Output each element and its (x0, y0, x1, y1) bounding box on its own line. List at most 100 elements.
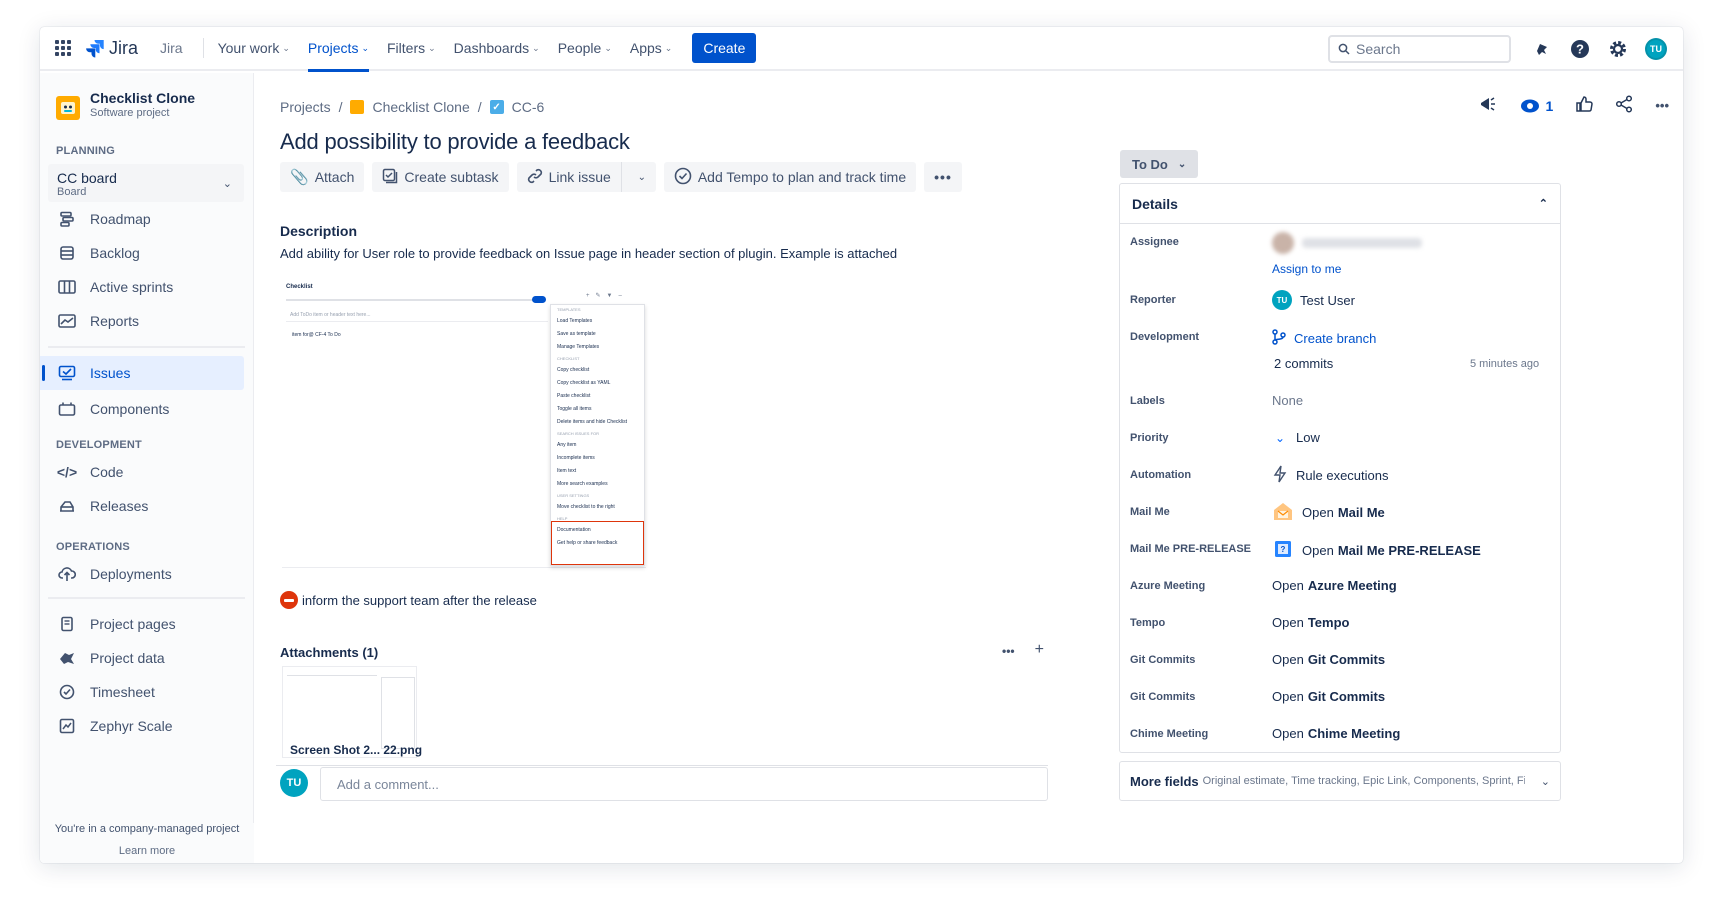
highlight-box (551, 521, 644, 565)
status-button[interactable]: To Do ⌄ (1120, 150, 1199, 178)
git-prefix: Open (1272, 652, 1304, 667)
nav-jira[interactable]: Jira (160, 27, 183, 70)
tempo-label: Add Tempo to plan and track time (697, 169, 907, 185)
user-avatar[interactable]: TU (1645, 38, 1667, 60)
git-commits-value-2[interactable]: Open Git Commits (1272, 689, 1385, 704)
embedded-progress-bar (286, 299, 544, 301)
labels-value[interactable]: None (1272, 393, 1303, 408)
backlog-icon (58, 244, 76, 262)
sidebar-item-roadmap[interactable]: Roadmap (40, 202, 253, 236)
details-header[interactable]: Details ⌃ (1120, 184, 1560, 224)
tempo-value[interactable]: Open Tempo (1272, 615, 1349, 630)
sidebar-item-deployments[interactable]: Deployments (40, 557, 253, 591)
sidebar-item-label: Releases (90, 498, 149, 514)
attachment-name[interactable]: Screen Shot 2... 22.png (290, 743, 422, 757)
more-fields-title: More fields (1130, 773, 1199, 789)
nav-dashboards[interactable]: Dashboards ⌄ (454, 27, 540, 70)
git-commits-value[interactable]: Open Git Commits (1272, 652, 1385, 667)
chime-meeting-value[interactable]: Open Chime Meeting (1272, 726, 1400, 741)
create-subtask-button[interactable]: Create subtask (372, 162, 509, 192)
more-fields-section[interactable]: More fields Original estimate, Time trac… (1119, 761, 1561, 801)
sidebar-item-timesheet[interactable]: Timesheet (40, 675, 253, 709)
issue-title[interactable]: Add possibility to provide a feedback (280, 129, 630, 155)
share-icon[interactable] (1615, 95, 1633, 116)
assign-to-me-link[interactable]: Assign to me (1272, 262, 1341, 276)
app-switcher-icon[interactable] (55, 40, 71, 56)
mail-me-pre-value[interactable]: ? Open Mail Me PRE-RELEASE (1272, 539, 1481, 562)
details-title: Details (1132, 195, 1178, 212)
breadcrumb-projects[interactable]: Projects (280, 99, 331, 115)
chevron-down-icon[interactable]: ⌄ (628, 172, 656, 183)
nav-projects[interactable]: Projects ⌄ (307, 27, 370, 72)
assignee-name-redacted (1302, 238, 1422, 248)
field-label-automation: Automation (1130, 469, 1192, 481)
field-label-tempo: Tempo (1130, 617, 1166, 629)
embedded-input: Add ToDo item or header text here... (286, 308, 548, 322)
sidebar-item-zephyr-scale[interactable]: Zephyr Scale (40, 709, 253, 743)
help-icon[interactable]: ? (1569, 38, 1591, 60)
breadcrumb-issue-key[interactable]: CC-6 (512, 99, 545, 115)
sidebar-item-issues[interactable]: Issues (40, 356, 244, 390)
sidebar-item-releases[interactable]: Releases (40, 489, 253, 523)
sidebar-item-label: Components (90, 401, 170, 417)
board-selector[interactable]: CC board Board ⌄ (48, 164, 244, 202)
azure-meeting-value[interactable]: Open Azure Meeting (1272, 578, 1397, 593)
project-sidebar: Checklist Clone Software project PLANNIN… (40, 73, 254, 863)
more-actions-button[interactable]: ••• (924, 162, 962, 192)
commits-time: 5 minutes ago (1470, 358, 1540, 370)
more-icon[interactable]: ••• (1002, 644, 1015, 659)
notifications-icon[interactable] (1531, 38, 1553, 60)
embedded-menu-item: Toggle all items (557, 406, 592, 412)
reporter-value[interactable]: TU Test User (1272, 290, 1355, 310)
priority-value[interactable]: ⌄ Low (1272, 430, 1320, 445)
comment-input[interactable]: Add a comment... (320, 767, 1048, 801)
mail-me-value[interactable]: Open Mail Me (1272, 501, 1385, 524)
sidebar-item-project-pages[interactable]: Project pages (40, 607, 253, 641)
create-branch-link[interactable]: Create branch (1272, 329, 1376, 348)
link-issue-main[interactable]: Link issue (517, 162, 622, 192)
nav-your-work[interactable]: Your work ⌄ (218, 27, 290, 70)
jira-logo[interactable]: Jira (85, 38, 138, 59)
automation-value[interactable]: Rule executions (1272, 465, 1389, 486)
megaphone-icon[interactable] (1478, 95, 1498, 116)
project-header[interactable]: Checklist Clone Software project (40, 73, 253, 120)
nav-filters[interactable]: Filters ⌄ (387, 27, 436, 70)
embedded-screenshot[interactable]: Checklist +✎▼– Add ToDo item or header t… (282, 276, 646, 568)
search-input[interactable]: Search (1328, 35, 1511, 63)
nav-separator (202, 38, 204, 58)
sidebar-item-reports[interactable]: Reports (40, 304, 253, 338)
assignee-value[interactable] (1272, 232, 1422, 254)
embedded-menu-item: Item text (557, 468, 577, 474)
sidebar-item-project-data[interactable]: Project data (40, 641, 253, 675)
nav-apps[interactable]: Apps ⌄ (630, 27, 672, 70)
nav-people[interactable]: People ⌄ (558, 27, 612, 70)
more-icon[interactable]: ••• (1655, 98, 1669, 113)
field-label-labels: Labels (1130, 395, 1165, 407)
add-icon[interactable]: + (1035, 641, 1044, 659)
sidebar-item-components[interactable]: Components (40, 392, 253, 426)
link-issue-button[interactable]: Link issue ⌄ (516, 162, 656, 192)
thumbs-up-icon[interactable] (1575, 95, 1594, 116)
attach-button[interactable]: 📎 Attach (280, 162, 365, 192)
sidebar-divider (48, 346, 245, 348)
nav-right: Search ? TU (1328, 27, 1667, 71)
tempo-button[interactable]: Add Tempo to plan and track time (663, 162, 917, 192)
learn-more-link[interactable]: Learn more (40, 845, 254, 857)
watch-button[interactable]: 1 (1520, 98, 1553, 114)
issues-icon (58, 364, 76, 382)
thumbnail-line (287, 675, 377, 676)
breadcrumb-project[interactable]: Checklist Clone (372, 99, 469, 115)
sidebar-item-code[interactable]: </> Code (40, 455, 253, 489)
commits-link[interactable]: 2 commits (1274, 356, 1333, 371)
sidebar-item-label: Active sprints (90, 279, 174, 295)
project-type-note: You're in a company-managed project (54, 823, 240, 835)
task-checkbox-icon: ✓ (489, 100, 504, 114)
create-button[interactable]: Create (692, 33, 757, 63)
issue-view: Projects / Checklist Clone / ✓ CC-6 Add … (254, 73, 1683, 863)
sidebar-divider (48, 597, 245, 599)
board-type: Board (57, 186, 87, 198)
settings-gear-icon[interactable] (1607, 38, 1629, 60)
sidebar-item-backlog[interactable]: Backlog (40, 236, 253, 270)
description-text[interactable]: Add ability for User role to provide fee… (280, 246, 897, 261)
sidebar-item-active-sprints[interactable]: Active sprints (40, 270, 253, 304)
